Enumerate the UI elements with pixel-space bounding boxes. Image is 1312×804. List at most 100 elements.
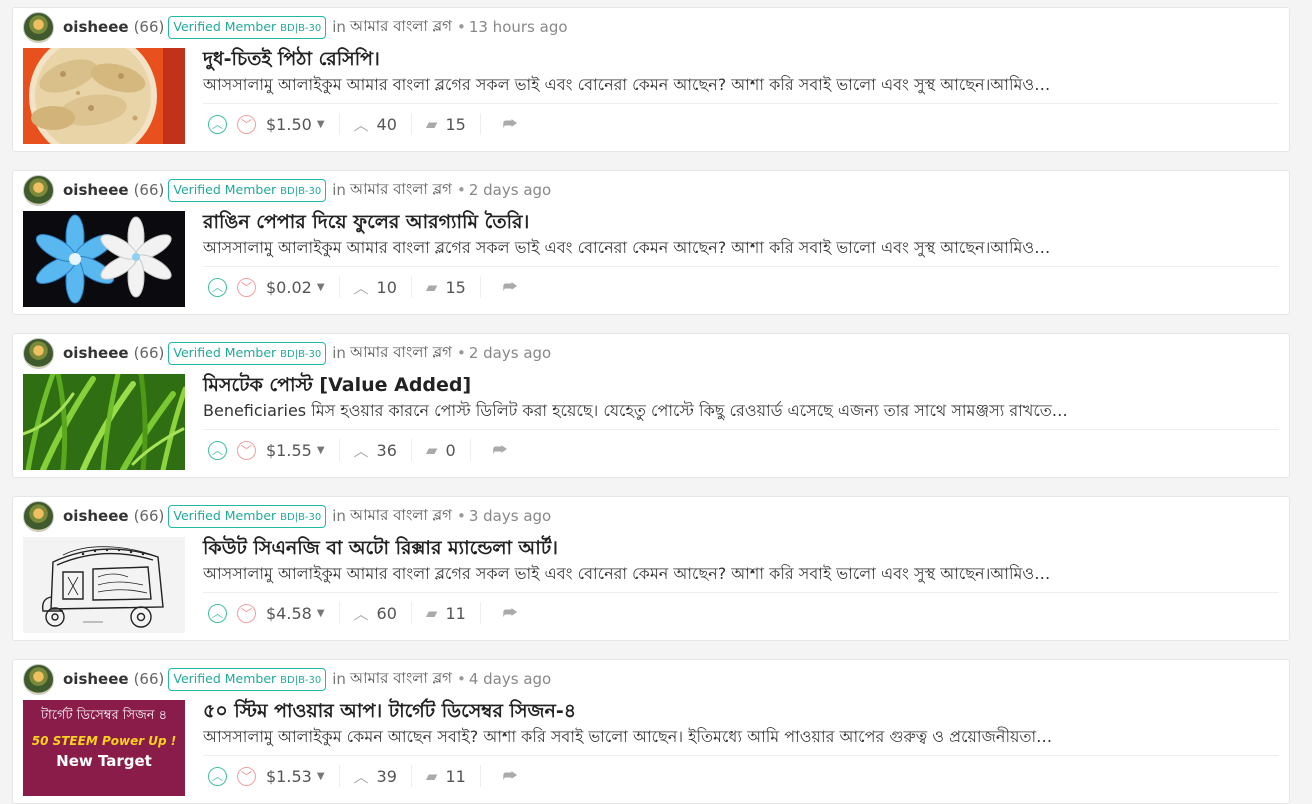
divider <box>338 276 340 298</box>
post-thumbnail[interactable] <box>23 537 185 633</box>
post-time[interactable]: 4 days ago <box>469 670 551 688</box>
divider <box>410 113 412 135</box>
post-excerpt[interactable]: আসসালামু আলাইকুম আমার বাংলা ব্লগের সকল ভ… <box>203 235 1281 262</box>
post-header: oisheee (66) Verified Member BD|B-30 in … <box>23 11 568 43</box>
comment-icon: ▰ <box>425 441 438 459</box>
community-link[interactable]: আমার বাংলা ব্লগ <box>350 178 452 203</box>
post-card: oisheee (66) Verified Member BD|B-30 in … <box>12 333 1290 478</box>
post-card: oisheee (66) Verified Member BD|B-30 in … <box>12 170 1290 315</box>
avatar[interactable] <box>23 663 54 695</box>
comment-count[interactable]: ▰ 11 <box>426 767 466 786</box>
divider <box>203 103 1279 104</box>
divider <box>203 266 1279 267</box>
chevron-up-icon[interactable]: ︿ <box>208 440 227 460</box>
comment-count[interactable]: ▰ 15 <box>426 115 466 134</box>
vote-count-value: 39 <box>376 766 397 786</box>
post-excerpt[interactable]: আসসালামু আলাইকুম কেমন আছেন সবাই? আশা করি… <box>203 724 1281 751</box>
post-header: oisheee (66) Verified Member BD|B-30 in … <box>23 174 551 206</box>
in-label: in <box>332 344 346 362</box>
badge-tag: BD|B-30 <box>280 185 322 197</box>
comment-count[interactable]: ▰ 11 <box>426 604 466 623</box>
post-thumbnail[interactable] <box>23 211 185 307</box>
divider <box>410 765 412 787</box>
author-name[interactable]: oisheee <box>63 344 129 362</box>
post-excerpt[interactable]: আসসালামু আলাইকুম আমার বাংলা ব্লগের সকল ভ… <box>203 561 1281 588</box>
banner-line-2: 50 STEEM Power Up ! <box>31 734 177 748</box>
payout-value: $4.58 <box>266 603 312 623</box>
chevron-up-icon[interactable]: ︿ <box>208 766 227 786</box>
avatar[interactable] <box>23 11 54 43</box>
reblog-icon[interactable]: ⮫ <box>503 277 518 297</box>
divider <box>479 765 481 787</box>
community-link[interactable]: আমার বাংলা ব্লগ <box>350 15 452 40</box>
post-excerpt[interactable]: Beneficiaries মিস হওয়ার কারনে পোস্ট ডিল… <box>203 398 1281 425</box>
separator-dot: • <box>456 181 466 199</box>
chevron-up-icon[interactable]: ︿ <box>208 114 227 134</box>
avatar[interactable] <box>23 500 54 532</box>
community-link[interactable]: আমার বাংলা ব্লগ <box>350 504 452 529</box>
post-actions: ︿ ﹀ $4.58 ▼ ︿ 60 ▰ 11 ⮫ <box>208 600 518 626</box>
chevron-down-icon[interactable]: ﹀ <box>237 766 256 786</box>
post-thumbnail[interactable] <box>23 374 185 470</box>
divider <box>203 429 1279 430</box>
payout-value: $1.55 <box>266 440 312 460</box>
comment-icon: ▰ <box>425 767 438 785</box>
payout[interactable]: $0.02 ▼ <box>266 278 325 297</box>
caret-up-icon: ︿ <box>353 115 369 134</box>
payout-value: $0.02 <box>266 277 312 297</box>
payout[interactable]: $1.53 ▼ <box>266 767 325 786</box>
post-time[interactable]: 3 days ago <box>469 507 551 525</box>
payout[interactable]: $1.50 ▼ <box>266 115 325 134</box>
payout-value: $1.50 <box>266 114 312 134</box>
post-time[interactable]: 13 hours ago <box>469 18 568 36</box>
vote-count[interactable]: ︿ 60 <box>354 603 397 624</box>
reblog-icon[interactable]: ⮫ <box>503 766 518 786</box>
divider <box>338 765 340 787</box>
comment-count[interactable]: ▰ 15 <box>426 278 466 297</box>
chevron-down-icon[interactable]: ﹀ <box>237 114 256 134</box>
reblog-icon[interactable]: ⮫ <box>503 114 518 134</box>
grass-image <box>23 374 185 470</box>
verified-badge: Verified Member BD|B-30 <box>168 667 327 691</box>
chevron-up-icon[interactable]: ︿ <box>208 277 227 297</box>
community-link[interactable]: আমার বাংলা ব্লগ <box>350 341 452 366</box>
post-excerpt[interactable]: আসসালামু আলাইকুম আমার বাংলা ব্লগের সকল ভ… <box>203 72 1281 99</box>
chevron-up-icon[interactable]: ︿ <box>208 603 227 623</box>
chevron-down-icon[interactable]: ﹀ <box>237 277 256 297</box>
chevron-down-icon[interactable]: ﹀ <box>237 603 256 623</box>
post-card: oisheee (66) Verified Member BD|B-30 in … <box>12 659 1290 804</box>
vote-count[interactable]: ︿ 36 <box>354 440 397 461</box>
vote-count[interactable]: ︿ 10 <box>354 277 397 298</box>
post-header: oisheee (66) Verified Member BD|B-30 in … <box>23 500 551 532</box>
avatar[interactable] <box>23 337 54 369</box>
vote-count[interactable]: ︿ 39 <box>354 766 397 787</box>
post-time[interactable]: 2 days ago <box>469 344 551 362</box>
badge-text: Verified Member <box>173 18 277 34</box>
post-time[interactable]: 2 days ago <box>469 181 551 199</box>
comment-icon: ▰ <box>425 278 438 296</box>
author-name[interactable]: oisheee <box>63 181 129 199</box>
vote-count[interactable]: ︿ 40 <box>354 114 397 135</box>
chevron-down-icon[interactable]: ﹀ <box>237 440 256 460</box>
post-feed: oisheee (66) Verified Member BD|B-30 in … <box>0 0 1312 804</box>
reblog-icon[interactable]: ⮫ <box>503 603 518 623</box>
payout[interactable]: $1.55 ▼ <box>266 441 325 460</box>
avatar[interactable] <box>23 174 54 206</box>
post-thumbnail[interactable]: টার্গেট ডিসেম্বর সিজন ৪ 50 STEEM Power U… <box>23 700 185 796</box>
divider <box>479 113 481 135</box>
divider <box>338 602 340 624</box>
reblog-icon[interactable]: ⮫ <box>493 440 508 460</box>
author-name[interactable]: oisheee <box>63 670 129 688</box>
author-reputation: (66) <box>133 670 165 688</box>
post-thumbnail[interactable] <box>23 48 185 144</box>
comment-count[interactable]: ▰ 0 <box>426 441 456 460</box>
author-name[interactable]: oisheee <box>63 507 129 525</box>
comment-count-value: 15 <box>445 277 466 297</box>
in-label: in <box>332 507 346 525</box>
verified-badge: Verified Member BD|B-30 <box>168 504 327 528</box>
divider <box>410 276 412 298</box>
community-link[interactable]: আমার বাংলা ব্লগ <box>350 667 452 692</box>
divider <box>479 602 481 624</box>
payout[interactable]: $4.58 ▼ <box>266 604 325 623</box>
author-name[interactable]: oisheee <box>63 18 129 36</box>
